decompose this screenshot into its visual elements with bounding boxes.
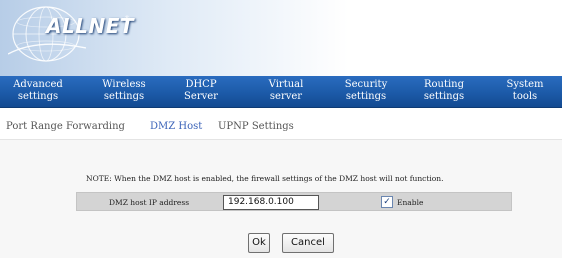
dmz-ip-row: DMZ host IP address 192.168.0.100 ✓ Enab… — [76, 192, 512, 211]
nav-routing-settings[interactable]: Routing settings — [416, 79, 472, 107]
nav-label-line1: System — [506, 79, 544, 90]
dmz-note: NOTE: When the DMZ host is enabled, the … — [86, 174, 444, 183]
nav-label-line2: settings — [345, 91, 387, 102]
enable-checkbox[interactable]: ✓ — [381, 196, 393, 208]
main-nav: Advanced settings Wireless settings DHCP… — [0, 76, 562, 115]
nav-label-line1: DHCP — [185, 79, 217, 90]
nav-virtual-server[interactable]: Virtual server — [258, 79, 314, 115]
nav-label-line1: Virtual — [268, 79, 304, 90]
nav-label-line2: settings — [103, 91, 145, 102]
sub-nav: Port Range Forwarding DMZ Host UPNP Sett… — [0, 109, 562, 139]
nav-label-line1: Routing — [423, 79, 465, 90]
nav-label-line2: server — [269, 91, 303, 102]
nav-label-line1: Wireless — [102, 79, 146, 90]
dmz-ip-label: DMZ host IP address — [109, 198, 190, 207]
nav-label-line1: Security — [344, 79, 388, 90]
nav-label-line2: settings — [17, 91, 59, 102]
nav-advanced-settings[interactable]: Advanced settings — [8, 79, 68, 107]
subtab-upnp-settings[interactable]: UPNP Settings — [218, 121, 294, 132]
nav-label-line2: Server — [184, 91, 218, 102]
nav-security-settings[interactable]: Security settings — [338, 79, 394, 107]
brand-name: ALLNET — [46, 14, 135, 38]
registered-mark: ® — [124, 15, 130, 22]
header-banner: ALLNET ® — [0, 0, 562, 76]
nav-system-tools[interactable]: System tools — [500, 79, 550, 107]
ok-button[interactable]: Ok — [248, 233, 270, 253]
enable-label: Enable — [397, 198, 424, 207]
nav-label-line2: tools — [512, 91, 538, 102]
subtab-port-range-forwarding[interactable]: Port Range Forwarding — [6, 121, 125, 132]
nav-label-line1: Advanced — [13, 79, 63, 90]
subtab-dmz-host[interactable]: DMZ Host — [150, 121, 202, 132]
nav-label-line2: settings — [423, 91, 465, 102]
dmz-ip-input[interactable]: 192.168.0.100 — [223, 195, 319, 210]
nav-dhcp-server[interactable]: DHCP Server — [176, 79, 226, 107]
checkmark-icon: ✓ — [383, 197, 391, 207]
cancel-button[interactable]: Cancel — [282, 233, 334, 253]
nav-wireless-settings[interactable]: Wireless settings — [94, 79, 154, 107]
